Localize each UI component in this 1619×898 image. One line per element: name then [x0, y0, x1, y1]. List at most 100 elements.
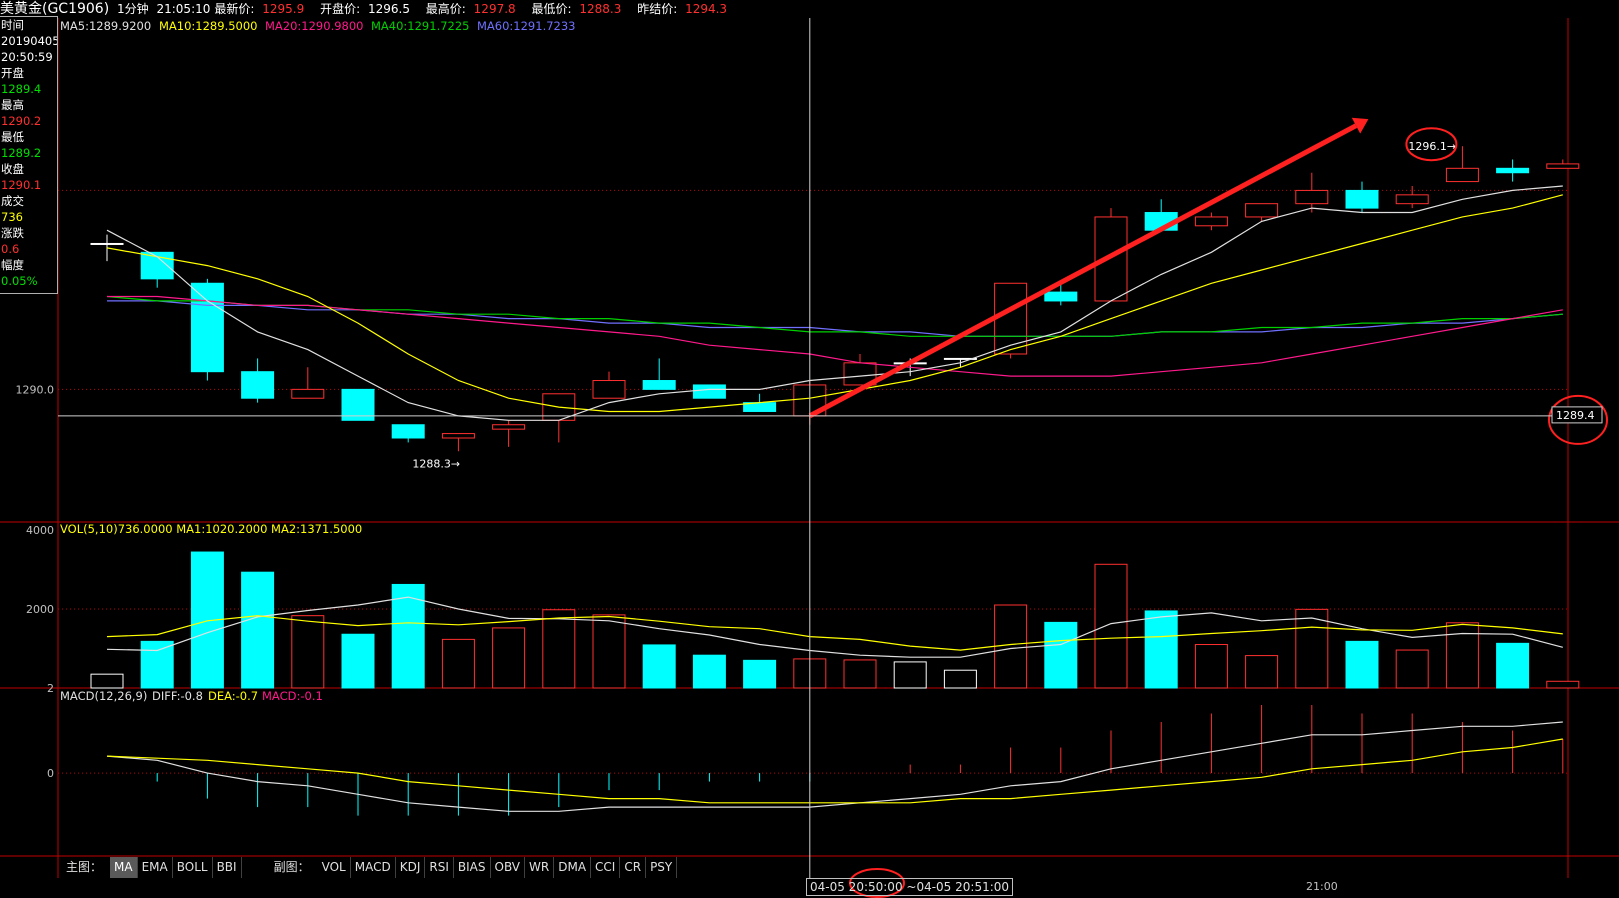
macd-legend: MACD(12,26,9): [60, 689, 147, 703]
candle-body: [1295, 189, 1329, 205]
info-pct-label: 幅度: [1, 258, 24, 272]
ma-legend-item: MA60:1291.7233: [477, 19, 576, 33]
tab-bias[interactable]: BIAS: [454, 856, 491, 878]
crosshair-info-panel: 时间 20190405 20:50:59 开盘 1289.4 最高 1290.2…: [0, 16, 58, 294]
tab-boll[interactable]: BOLL: [173, 856, 213, 878]
tab-cci[interactable]: CCI: [591, 856, 621, 878]
volume-bar: [90, 673, 124, 689]
candle-body: [241, 371, 275, 399]
tab-ema[interactable]: EMA: [138, 856, 173, 878]
volume-bar: [492, 627, 526, 689]
volume-bar: [291, 615, 325, 689]
candle-body: [190, 282, 224, 373]
candle-body: [1496, 167, 1530, 174]
low-price-marker: 1288.3→: [412, 457, 460, 470]
main-chart-label: 主图：: [66, 859, 103, 874]
tab-obv[interactable]: OBV: [491, 856, 526, 878]
volume-bar: [542, 609, 576, 689]
volume-bar: [1144, 610, 1178, 689]
macd-dea-legend: DEA:-0.7: [208, 689, 258, 703]
volume-bar: [743, 659, 777, 689]
candle-body: [1094, 216, 1128, 302]
volume-bar: [994, 604, 1028, 689]
candle-body: [1044, 291, 1078, 302]
macd-axis-label: 2: [47, 682, 54, 695]
volume-bar: [1295, 608, 1329, 689]
volume-bar: [1395, 649, 1429, 689]
candle-body: [1445, 167, 1479, 183]
tab-cr[interactable]: CR: [620, 856, 647, 878]
crosshair-time-range: 04-05 20:50:00 ~04-05 20:51:00: [806, 878, 1014, 896]
candle-body: [291, 388, 325, 399]
volume-bar: [1194, 644, 1228, 689]
info-close: 1290.1: [1, 178, 42, 192]
tab-psy[interactable]: PSY: [646, 856, 678, 878]
tab-kdj[interactable]: KDJ: [396, 856, 426, 878]
candle-body: [1245, 203, 1279, 218]
candle-body: [1345, 189, 1379, 209]
ma-legend-item: MA40:1291.7225: [371, 19, 470, 33]
price-axis-label: 1290.0: [16, 383, 55, 396]
crosshair-price-label: 1289.4: [1556, 409, 1595, 422]
volume-bar: [642, 644, 676, 689]
indicator-tabbar: 主图： MA EMA BOLL BBI 副图： VOL MACD KDJ RSI…: [58, 856, 678, 878]
candle-body: [1194, 216, 1228, 227]
sub-chart-label: 副图：: [273, 859, 310, 874]
ma20-line: [107, 295, 1563, 377]
ma-legend-item: MA10:1289.5000: [159, 19, 258, 33]
macd-axis-label: 0: [47, 767, 54, 780]
time-axis-tick: 21:00: [1306, 880, 1338, 893]
ma40-line: [106, 295, 1563, 337]
candle-body: [441, 433, 475, 439]
ma-legend-item: MA20:1290.9800: [265, 19, 364, 33]
candle-body: [391, 424, 425, 439]
tab-macd[interactable]: MACD: [351, 856, 396, 878]
tab-wr[interactable]: WR: [525, 856, 555, 878]
volume-bar: [241, 571, 275, 689]
volume-bar: [1094, 563, 1128, 689]
info-pct: 0.05%: [1, 274, 38, 288]
candle-body: [592, 380, 626, 399]
info-close-label: 收盘: [1, 162, 24, 176]
info-chg: 0.6: [1, 242, 20, 256]
vol-ma1-line: [106, 596, 1563, 658]
vol-axis-label: 2000: [26, 603, 54, 616]
info-time: 20:50:59: [1, 50, 53, 64]
ma5-line: [106, 185, 1563, 421]
info-date: 20190405: [1, 34, 58, 48]
tab-ma[interactable]: MA: [110, 856, 138, 878]
trend-arrow-line: [808, 123, 1358, 419]
candle-body: [1546, 163, 1580, 169]
macd-hist-legend: MACD:-0.1: [262, 689, 323, 703]
info-open: 1289.4: [1, 82, 42, 96]
volume-bar: [1546, 680, 1580, 689]
macd-dea-line: [106, 738, 1563, 804]
macd-diff-legend: DIFF:-0.8: [152, 689, 203, 703]
volume-bar: [1496, 642, 1530, 689]
ma-legend-item: MA5:1289.9200: [60, 19, 151, 33]
volume-bar: [893, 661, 927, 689]
tab-bbi[interactable]: BBI: [213, 856, 242, 878]
info-vol: 736: [1, 210, 23, 224]
info-low: 1289.2: [1, 146, 42, 160]
candle-body: [90, 242, 124, 245]
info-high: 1290.2: [1, 114, 42, 128]
candle-body: [642, 380, 676, 390]
tab-vol[interactable]: VOL: [318, 856, 351, 878]
volume-bar: [1345, 640, 1379, 689]
volume-bar: [341, 633, 375, 689]
candle-body: [1395, 194, 1429, 205]
tab-rsi[interactable]: RSI: [425, 856, 454, 878]
volume-bar: [140, 640, 174, 689]
volume-bar: [943, 669, 977, 689]
info-low-label: 最低: [1, 130, 24, 144]
volume-bar: [1245, 655, 1279, 689]
vol-legend: VOL(5,10)736.0000 MA1:1020.2000 MA2:1371…: [60, 522, 362, 536]
kline-chart[interactable]: 1290.0 4000 2000 2 0 MA5:1289.9200 MA10:1289.5…: [0, 0, 1619, 898]
ma10-line: [106, 194, 1563, 413]
info-chg-label: 涨跌: [1, 226, 24, 240]
info-high-label: 最高: [1, 98, 24, 112]
tab-dma[interactable]: DMA: [554, 856, 592, 878]
info-time-label: 时间: [1, 18, 24, 32]
volume-bar: [692, 654, 726, 689]
